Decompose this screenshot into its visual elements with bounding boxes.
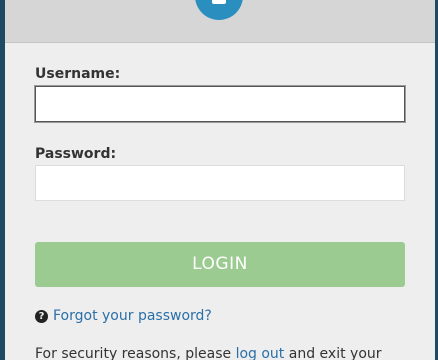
security-notice: For security reasons, please log out and… [35,346,382,360]
password-field[interactable] [35,165,405,201]
lock-logo-icon [195,0,243,20]
notice-suffix: and exit your [284,346,382,360]
login-panel: Username: Password: LOGIN ? Forgot your … [5,0,435,360]
forgot-password-link[interactable]: Forgot your password? [53,308,212,324]
notice-prefix: For security reasons, please [35,346,236,360]
forgot-password-row: ? Forgot your password? [35,308,212,324]
panel-header [5,0,435,43]
login-button[interactable]: LOGIN [35,242,405,287]
logout-link[interactable]: log out [236,346,285,360]
password-label: Password: [35,146,117,162]
username-label: Username: [35,66,121,82]
username-field[interactable] [35,86,405,122]
question-circle-icon: ? [35,309,48,323]
